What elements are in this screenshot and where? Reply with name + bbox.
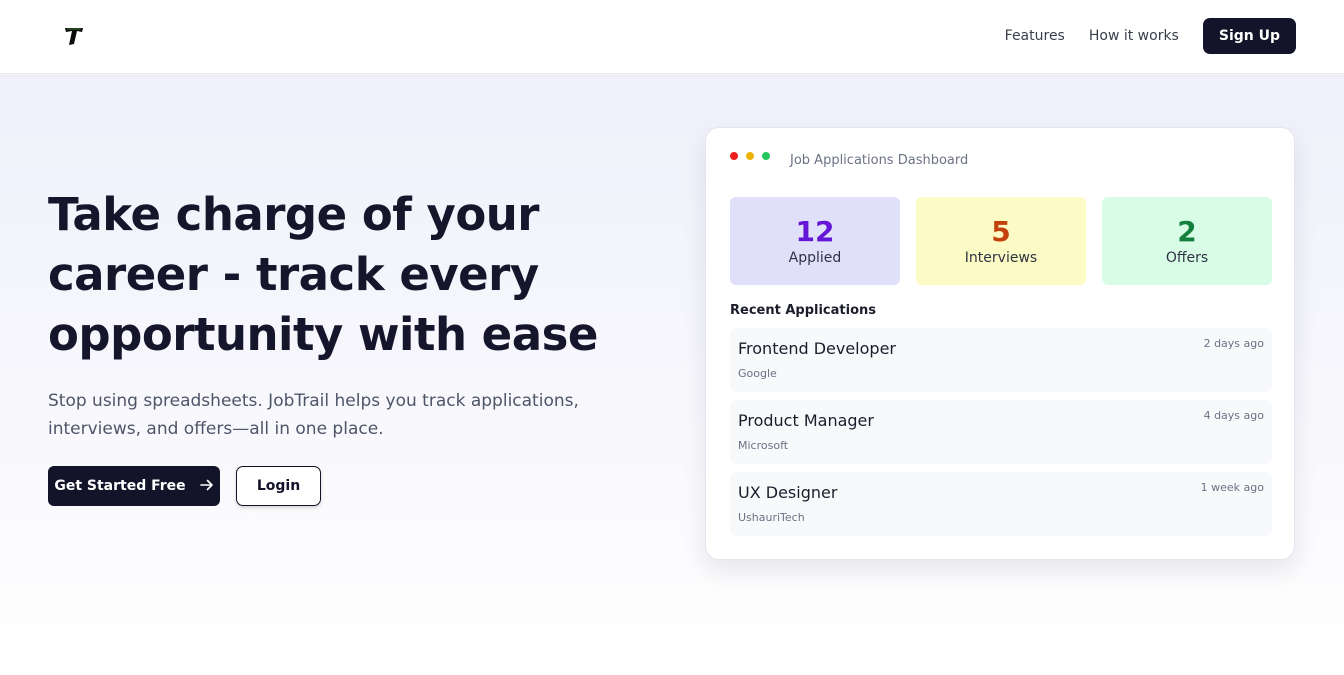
login-button[interactable]: Login	[236, 466, 321, 506]
stats-row: 12 Applied 5 Interviews 2 Offers	[730, 197, 1272, 285]
stat-offers: 2 Offers	[1102, 197, 1272, 285]
list-item[interactable]: Frontend Developer Google 2 days ago	[730, 328, 1272, 392]
company-name: Microsoft	[738, 439, 789, 452]
maximize-dot-icon	[762, 152, 770, 160]
timestamp: 4 days ago	[1203, 409, 1264, 422]
logo-icon[interactable]	[62, 24, 86, 48]
get-started-label: Get Started Free	[54, 478, 186, 494]
stat-interviews: 5 Interviews	[916, 197, 1086, 285]
timestamp: 1 week ago	[1200, 481, 1264, 494]
recent-applications-heading: Recent Applications	[730, 303, 877, 318]
window-controls	[730, 152, 770, 160]
headline-line: Take charge of your	[48, 188, 539, 241]
stat-label: Interviews	[964, 250, 1038, 266]
close-dot-icon	[730, 152, 738, 160]
nav-link-how-it-works[interactable]: How it works	[1089, 28, 1179, 44]
list-item[interactable]: Product Manager Microsoft 4 days ago	[730, 400, 1272, 464]
timestamp: 2 days ago	[1203, 337, 1264, 350]
cta-row: Get Started Free Login	[48, 466, 321, 506]
job-role: Frontend Developer	[738, 339, 896, 358]
nav-menu: Features How it works Sign Up	[1005, 18, 1296, 54]
job-role: UX Designer	[738, 483, 838, 502]
arrow-right-icon	[199, 477, 214, 495]
stat-value: 5	[991, 215, 1011, 248]
signup-button[interactable]: Sign Up	[1202, 18, 1296, 54]
stat-applied: 12 Applied	[730, 197, 900, 285]
dashboard-preview-card: Job Applications Dashboard 12 Applied 5 …	[705, 127, 1295, 560]
hero-subtext: Stop using spreadsheets. JobTrail helps …	[48, 387, 588, 443]
top-navbar: Features How it works Sign Up	[0, 0, 1344, 74]
subtext-line: interviews, and offers—all in one place.	[48, 419, 384, 439]
company-name: UshauriTech	[738, 511, 805, 524]
headline-line: career - track every	[48, 248, 539, 301]
minimize-dot-icon	[746, 152, 754, 160]
stat-label: Offers	[1165, 250, 1209, 266]
hero-headline: Take charge of your career - track every…	[48, 185, 648, 365]
stat-value: 12	[795, 215, 835, 248]
job-role: Product Manager	[738, 411, 874, 430]
headline-line: opportunity with ease	[48, 308, 598, 361]
applications-list: Frontend Developer Google 2 days ago Pro…	[730, 328, 1272, 544]
stat-value: 2	[1177, 215, 1197, 248]
company-name: Google	[738, 367, 777, 380]
dashboard-title: Job Applications Dashboard	[790, 153, 969, 168]
stat-label: Applied	[788, 250, 842, 266]
list-item[interactable]: UX Designer UshauriTech 1 week ago	[730, 472, 1272, 536]
nav-link-features[interactable]: Features	[1005, 28, 1065, 44]
subtext-line: Stop using spreadsheets. JobTrail helps …	[48, 391, 579, 411]
get-started-button[interactable]: Get Started Free	[48, 466, 220, 506]
